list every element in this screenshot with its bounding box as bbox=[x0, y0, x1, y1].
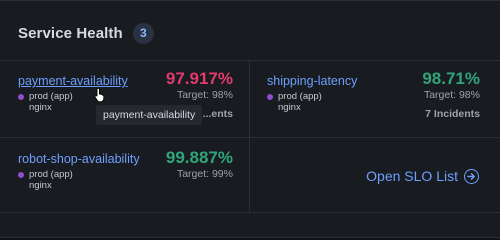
slo-stats-shipping-latency: 98.71% Target: 98% bbox=[422, 69, 480, 102]
slo-service: nginx bbox=[29, 180, 52, 191]
slo-target: Target: 98% bbox=[423, 89, 480, 101]
service-health-panel: Service Health 3 payment-availability pr… bbox=[0, 0, 500, 238]
slo-stats-payment-availability: 97.917% Target: 98% bbox=[166, 69, 233, 102]
slo-value: 97.917% bbox=[165, 69, 233, 88]
env-dot-icon bbox=[18, 171, 24, 178]
slo-service: nginx bbox=[278, 102, 301, 113]
slo-env-label: prod (app) bbox=[278, 91, 322, 102]
panel-title: Service Health bbox=[18, 24, 123, 42]
env-dot-icon bbox=[267, 93, 273, 100]
slo-link[interactable]: payment-availability bbox=[18, 74, 128, 88]
slo-link[interactable]: shipping-latency bbox=[267, 74, 357, 88]
slo-incidents-shipping-latency: 7 Incidents bbox=[425, 108, 480, 120]
slo-env: prod (app) bbox=[18, 169, 140, 180]
arrow-right-circle-icon bbox=[464, 168, 479, 184]
slo-count-badge: 3 bbox=[132, 22, 154, 44]
panel-header: Service Health 3 bbox=[18, 22, 154, 44]
slo-value: 99.887% bbox=[165, 148, 233, 167]
slo-incidents-payment-availability: ...ents bbox=[203, 108, 233, 120]
open-slo-list-link[interactable]: Open SLO List bbox=[366, 168, 479, 184]
slo-meta: prod (app) nginx bbox=[267, 91, 357, 113]
slo-stats-robot-shop-availability: 99.887% Target: 99% bbox=[166, 148, 233, 181]
hand-pointer-icon bbox=[94, 87, 105, 103]
slo-env-label: prod (app) bbox=[29, 91, 73, 102]
slo-target: Target: 98% bbox=[176, 89, 233, 101]
slo-env: prod (app) bbox=[267, 91, 357, 102]
grid-divider-horizontal bbox=[0, 137, 500, 138]
slo-incidents[interactable]: ...ents bbox=[203, 108, 233, 120]
slo-value: 98.71% bbox=[422, 69, 480, 88]
slo-name-tooltip: payment-availability bbox=[96, 105, 203, 125]
slo-env-label: prod (app) bbox=[29, 169, 73, 180]
slo-card-robot-shop-availability: robot-shop-availability prod (app) nginx bbox=[18, 152, 140, 191]
slo-card-shipping-latency: shipping-latency prod (app) nginx bbox=[267, 74, 357, 113]
env-dot-icon bbox=[18, 93, 24, 100]
slo-link[interactable]: robot-shop-availability bbox=[18, 152, 140, 166]
open-slo-list-label: Open SLO List bbox=[366, 168, 458, 184]
slo-grid: payment-availability prod (app) nginx 97… bbox=[0, 60, 500, 213]
slo-meta: prod (app) nginx bbox=[18, 169, 140, 191]
slo-target: Target: 99% bbox=[176, 168, 233, 180]
slo-incidents[interactable]: 7 Incidents bbox=[425, 108, 480, 120]
slo-env: prod (app) bbox=[18, 91, 128, 102]
